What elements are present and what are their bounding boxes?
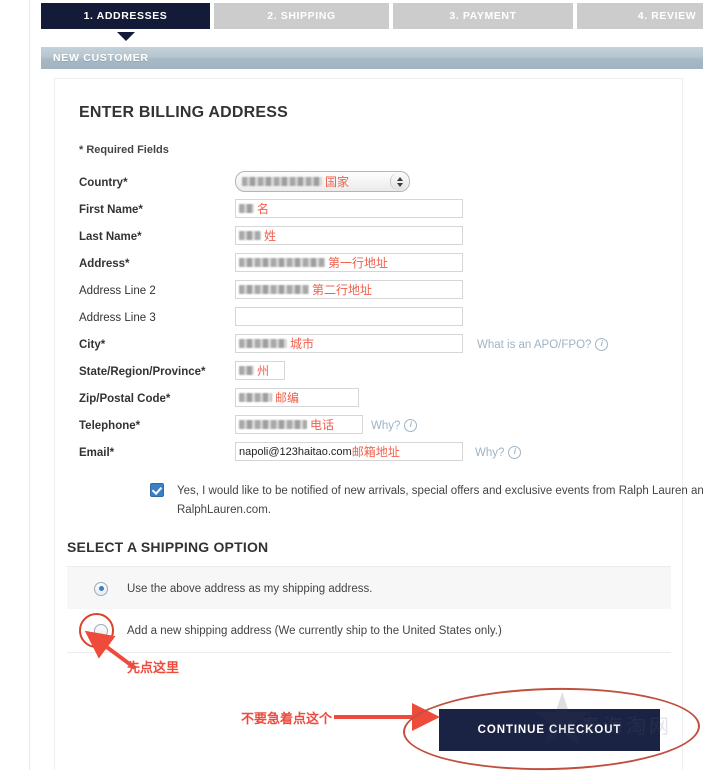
form-row-last-name: Last Name* 姓 <box>79 226 669 253</box>
telephone-input[interactable]: 电话 <box>235 415 363 434</box>
last-name-input[interactable]: 姓 <box>235 226 463 245</box>
email-input[interactable]: napoli@123haitao.com 邮箱地址 <box>235 442 463 461</box>
marketing-optin-label: Yes, I would like to be notified of new … <box>177 485 703 516</box>
city-annotation: 城市 <box>290 337 315 351</box>
address-line-2-annotation: 第二行地址 <box>312 283 373 297</box>
step-tab-shipping[interactable]: 2. SHIPPING <box>214 3 389 29</box>
email-label: Email* <box>79 447 115 459</box>
last-name-annotation: 姓 <box>264 229 277 243</box>
page-title: ENTER BILLING ADDRESS <box>79 104 288 121</box>
form-row-address-line-3: Address Line 3 <box>79 307 669 334</box>
city-input[interactable]: 城市 <box>235 334 463 353</box>
new-customer-band: NEW CUSTOMER <box>41 47 703 69</box>
form-row-city: City* 城市 What is an APO/FPO? i <box>79 334 669 361</box>
why-telephone-label: Why? <box>371 419 401 432</box>
state-annotation: 州 <box>257 364 270 378</box>
why-email-link[interactable]: Why? i <box>475 446 522 459</box>
step-tab-payment[interactable]: 3. PAYMENT <box>393 3 573 29</box>
last-name-label: Last Name* <box>79 231 142 243</box>
address-annotation: 第一行地址 <box>328 256 389 270</box>
first-name-label: First Name* <box>79 204 143 216</box>
country-annotation: 国家 <box>325 175 350 189</box>
form-row-address: Address* 第一行地址 <box>79 253 669 280</box>
form-row-email: Email* napoli@123haitao.com 邮箱地址 Why? i <box>79 442 669 469</box>
info-icon: i <box>508 446 522 459</box>
shipping-option-use-billing[interactable]: Use the above address as my shipping add… <box>67 566 671 611</box>
shipping-option-radio-unselected[interactable] <box>94 623 108 638</box>
address-input[interactable]: 第一行地址 <box>235 253 463 272</box>
step-tab-label: 4. REVIEW <box>637 10 697 22</box>
email-value: napoli@123haitao.com <box>239 445 352 458</box>
new-customer-title: NEW CUSTOMER <box>53 52 149 64</box>
continue-checkout-button[interactable]: CONTINUE CHECKOUT <box>439 709 660 751</box>
zip-input[interactable]: 邮编 <box>235 388 359 407</box>
apo-fpo-link-label: What is an APO/FPO? <box>477 338 592 351</box>
form-row-first-name: First Name* 名 <box>79 199 669 226</box>
state-label: State/Region/Province* <box>79 366 206 378</box>
required-fields-note: * Required Fields <box>79 144 169 156</box>
country-select[interactable]: 国家 <box>235 171 410 192</box>
city-label: City* <box>79 339 106 351</box>
step-tab-label: 3. PAYMENT <box>449 10 517 22</box>
shipping-option-label: Use the above address as my shipping add… <box>127 582 373 595</box>
why-email-label: Why? <box>475 446 505 459</box>
step-tab-label: 1. ADDRESSES <box>83 10 168 22</box>
step-tab-addresses[interactable]: 1. ADDRESSES <box>41 3 210 29</box>
shipping-option-radio-selected[interactable] <box>94 581 108 596</box>
form-row-zip: Zip/Postal Code* 邮编 <box>79 388 669 415</box>
address-label: Address* <box>79 258 130 270</box>
first-name-input[interactable]: 名 <box>235 199 463 218</box>
address-line-3-input[interactable] <box>235 307 463 326</box>
step-tab-review[interactable]: 4. REVIEW <box>577 3 703 29</box>
step-tab-label: 2. SHIPPING <box>267 10 336 22</box>
billing-address-form: Country* 国家 First Name* 名 Last Name* 姓 A… <box>79 171 669 469</box>
zip-annotation: 邮编 <box>275 391 300 405</box>
checkout-page: 1. ADDRESSES 2. SHIPPING 3. PAYMENT 4. R… <box>0 0 703 773</box>
info-icon: i <box>404 419 418 432</box>
telephone-annotation: 电话 <box>310 418 335 432</box>
address-line-3-label: Address Line 3 <box>79 312 156 324</box>
country-label: Country* <box>79 177 128 189</box>
form-row-country: Country* 国家 <box>79 171 669 199</box>
form-row-state: State/Region/Province* 州 <box>79 361 669 388</box>
telephone-label: Telephone* <box>79 420 141 432</box>
info-icon: i <box>595 338 609 351</box>
address-line-2-label: Address Line 2 <box>79 285 156 297</box>
continue-checkout-label: CONTINUE CHECKOUT <box>477 724 622 736</box>
marketing-optin-checkbox[interactable] <box>150 483 164 497</box>
apo-fpo-link[interactable]: What is an APO/FPO? i <box>477 338 609 351</box>
address-line-2-input[interactable]: 第二行地址 <box>235 280 463 299</box>
state-input[interactable]: 州 <box>235 361 285 380</box>
checkout-steps: 1. ADDRESSES 2. SHIPPING 3. PAYMENT 4. R… <box>0 3 703 41</box>
page-left-gutter <box>0 0 30 770</box>
email-annotation: 邮箱地址 <box>351 445 400 459</box>
billing-address-card: ENTER BILLING ADDRESS * Required Fields … <box>54 78 703 770</box>
form-row-address-line-2: Address Line 2 第二行地址 <box>79 280 669 307</box>
why-telephone-link[interactable]: Why? i <box>371 419 418 432</box>
active-step-pointer-icon <box>117 32 135 41</box>
shipping-section-heading: SELECT A SHIPPING OPTION <box>67 539 269 555</box>
chevron-updown-icon <box>390 173 408 190</box>
first-name-annotation: 名 <box>257 202 270 216</box>
zip-label: Zip/Postal Code* <box>79 393 171 405</box>
form-row-telephone: Telephone* 电话 Why? i <box>79 415 669 442</box>
shipping-option-new-address[interactable]: Add a new shipping address (We currently… <box>67 609 671 653</box>
shipping-option-label: Add a new shipping address (We currently… <box>127 624 502 637</box>
